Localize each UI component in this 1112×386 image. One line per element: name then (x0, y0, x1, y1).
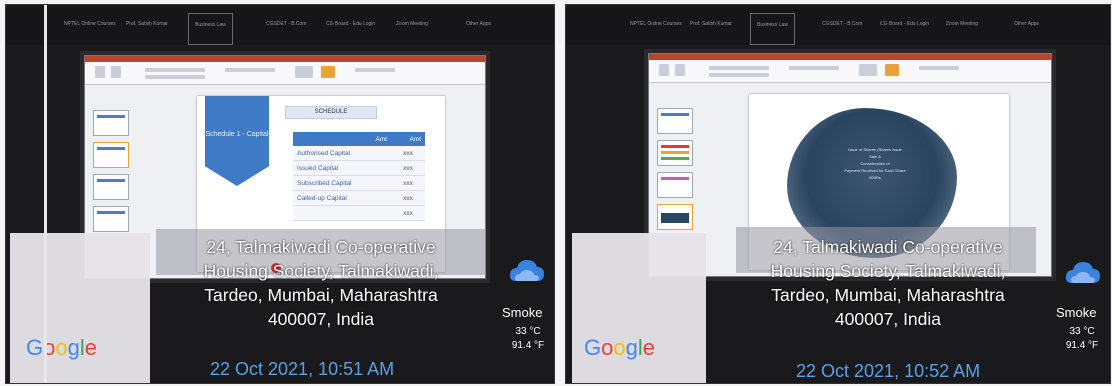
address-line: Tardeo, Mumbai, Maharashtra (771, 285, 1005, 305)
cloud-icon (1065, 262, 1100, 283)
address-line: Housing Society, Talmakiwadi, (203, 261, 439, 281)
shapes-icon[interactable] (295, 66, 313, 78)
slide-text: Issue of Shares (Shares Issue Sale & Con… (815, 146, 935, 181)
font-controls[interactable] (145, 68, 205, 72)
banner-text: Schedule 1 - Capital (205, 131, 269, 138)
row-value: xxx (391, 190, 425, 206)
location-address: 24, Talmakiwadi Co-operative Housing Soc… (156, 235, 486, 331)
photo-right: NPTEL Online Courses Prof. Satish Kumar … (566, 5, 1110, 383)
address-line: Tardeo, Mumbai, Maharashtra (204, 285, 438, 305)
tab[interactable]: Zoom Meeting (396, 21, 428, 27)
paragraph-controls[interactable] (225, 68, 275, 72)
address-line: 24, Talmakiwadi Co-operative (206, 237, 436, 257)
tab-active[interactable]: Business Law (750, 13, 795, 45)
row-value: xxx (391, 146, 425, 161)
row-label (293, 205, 391, 221)
browser-tabs-bar: NPTEL Online Courses Prof. Satish Kumar … (6, 5, 554, 45)
slide-thumbnail[interactable] (93, 174, 129, 200)
temp-fahrenheit: 91.4 °F (511, 340, 545, 351)
slide-title-box: SCHEDULE (285, 106, 377, 119)
slide-thumbnail[interactable] (93, 206, 129, 232)
paste-icon[interactable] (659, 64, 669, 76)
row-value: xxx (391, 205, 425, 221)
tab[interactable]: NPTEL Online Courses (64, 21, 116, 27)
title-bar (649, 54, 1051, 60)
temperature: 33 °C 91.4 °F (502, 325, 554, 353)
google-logo: Google (26, 335, 98, 360)
font-controls[interactable] (709, 66, 769, 70)
slide-thumbnail[interactable] (93, 142, 129, 168)
tab-active[interactable]: Business Law (188, 13, 233, 45)
slide-text-line: Sale & (869, 154, 881, 159)
weather-condition: Smoke (1056, 305, 1097, 320)
arrange-icon[interactable] (885, 64, 899, 76)
slide-text-line: 800Rs (869, 175, 881, 180)
tab[interactable]: Zoom Meeting (946, 21, 978, 27)
row-label: Subscribed Capital (293, 175, 391, 191)
table-row: xxx (293, 205, 425, 221)
title-bar (85, 56, 485, 62)
tab[interactable]: Prof. Satish Kumar (690, 21, 732, 27)
google-logo: Google (584, 335, 656, 360)
new-slide-icon[interactable] (111, 66, 121, 78)
edge-reflection (44, 5, 47, 383)
paste-icon[interactable] (95, 66, 105, 78)
capture-datetime: 22 Oct 2021, 10:51 AM (210, 359, 395, 379)
tab[interactable]: CG Board - Edu Login (326, 21, 375, 27)
editing-controls[interactable] (355, 68, 395, 72)
tab[interactable]: NPTEL Online Courses (630, 21, 682, 27)
capital-table: Amt Amt Authorised Capital xxx Issued Cap… (293, 132, 425, 221)
temp-fahrenheit: 91.4 °F (1065, 340, 1099, 351)
address-line: 24, Talmakiwadi Co-operative (773, 237, 1003, 257)
cloud-icon (509, 260, 544, 281)
weather-condition: Smoke (502, 305, 543, 320)
table-header-row: Amt Amt (293, 132, 425, 146)
temp-celsius: 33 °C (1069, 326, 1095, 337)
col-header: Amt (391, 132, 425, 146)
photo-left: NPTEL Online Courses Prof. Satish Kumar … (6, 5, 554, 383)
row-label: Called-up Capital (293, 190, 391, 206)
tab[interactable]: Other Apps (1014, 21, 1039, 27)
row-label: Authorised Capital (293, 146, 391, 161)
slide-text-line: Issue of Shares (Shares Issue (848, 147, 902, 152)
table-row: Authorised Capital xxx (293, 146, 425, 161)
slide-thumbnail[interactable] (657, 108, 693, 134)
col-header: Amt (293, 132, 391, 146)
ribbon-toolbar (85, 56, 485, 85)
location-address: 24, Talmakiwadi Co-operative Housing Soc… (718, 235, 1058, 331)
temp-celsius: 33 °C (515, 326, 541, 337)
shapes-icon[interactable] (859, 64, 877, 76)
tab[interactable]: Prof. Satish Kumar (126, 21, 168, 27)
tab[interactable]: Other Apps (466, 21, 491, 27)
editing-controls[interactable] (919, 66, 959, 70)
row-label: Issued Capital (293, 160, 391, 176)
row-value: xxx (391, 175, 425, 191)
slide-banner: Schedule 1 - Capital (205, 96, 269, 186)
arrange-icon[interactable] (321, 66, 335, 78)
slide-thumbnail[interactable] (657, 172, 693, 198)
address-line: 400007, India (267, 309, 375, 329)
table-row: Subscribed Capital xxx (293, 175, 425, 191)
new-slide-icon[interactable] (675, 64, 685, 76)
tab[interactable]: CG Board - Edu Login (880, 21, 929, 27)
paragraph-controls[interactable] (789, 66, 839, 70)
browser-tabs-bar: NPTEL Online Courses Prof. Satish Kumar … (566, 5, 1110, 45)
font-format-controls[interactable] (709, 73, 769, 77)
table-row: Issued Capital xxx (293, 160, 425, 176)
slide-thumbnail[interactable] (93, 110, 129, 136)
slide-text-line: Consideration of (860, 161, 890, 166)
slide-text-line: Payment Received for Each Share (844, 168, 906, 173)
slide-thumbnail[interactable] (657, 140, 693, 166)
tab[interactable]: CGSDET - B.Com (822, 21, 862, 27)
address-line: Housing Society, Talmakiwadi, (770, 261, 1006, 281)
table-row: Called-up Capital xxx (293, 190, 425, 206)
slide-thumbnail[interactable] (657, 204, 693, 230)
capture-datetime: 22 Oct 2021, 10:52 AM (796, 361, 981, 381)
font-format-controls[interactable] (145, 75, 205, 79)
temperature: 33 °C 91.4 °F (1056, 325, 1108, 353)
row-value: xxx (391, 160, 425, 176)
address-line: 400007, India (834, 309, 942, 329)
tab[interactable]: CGSDET - B.Com (266, 21, 306, 27)
ribbon-toolbar (649, 54, 1051, 83)
